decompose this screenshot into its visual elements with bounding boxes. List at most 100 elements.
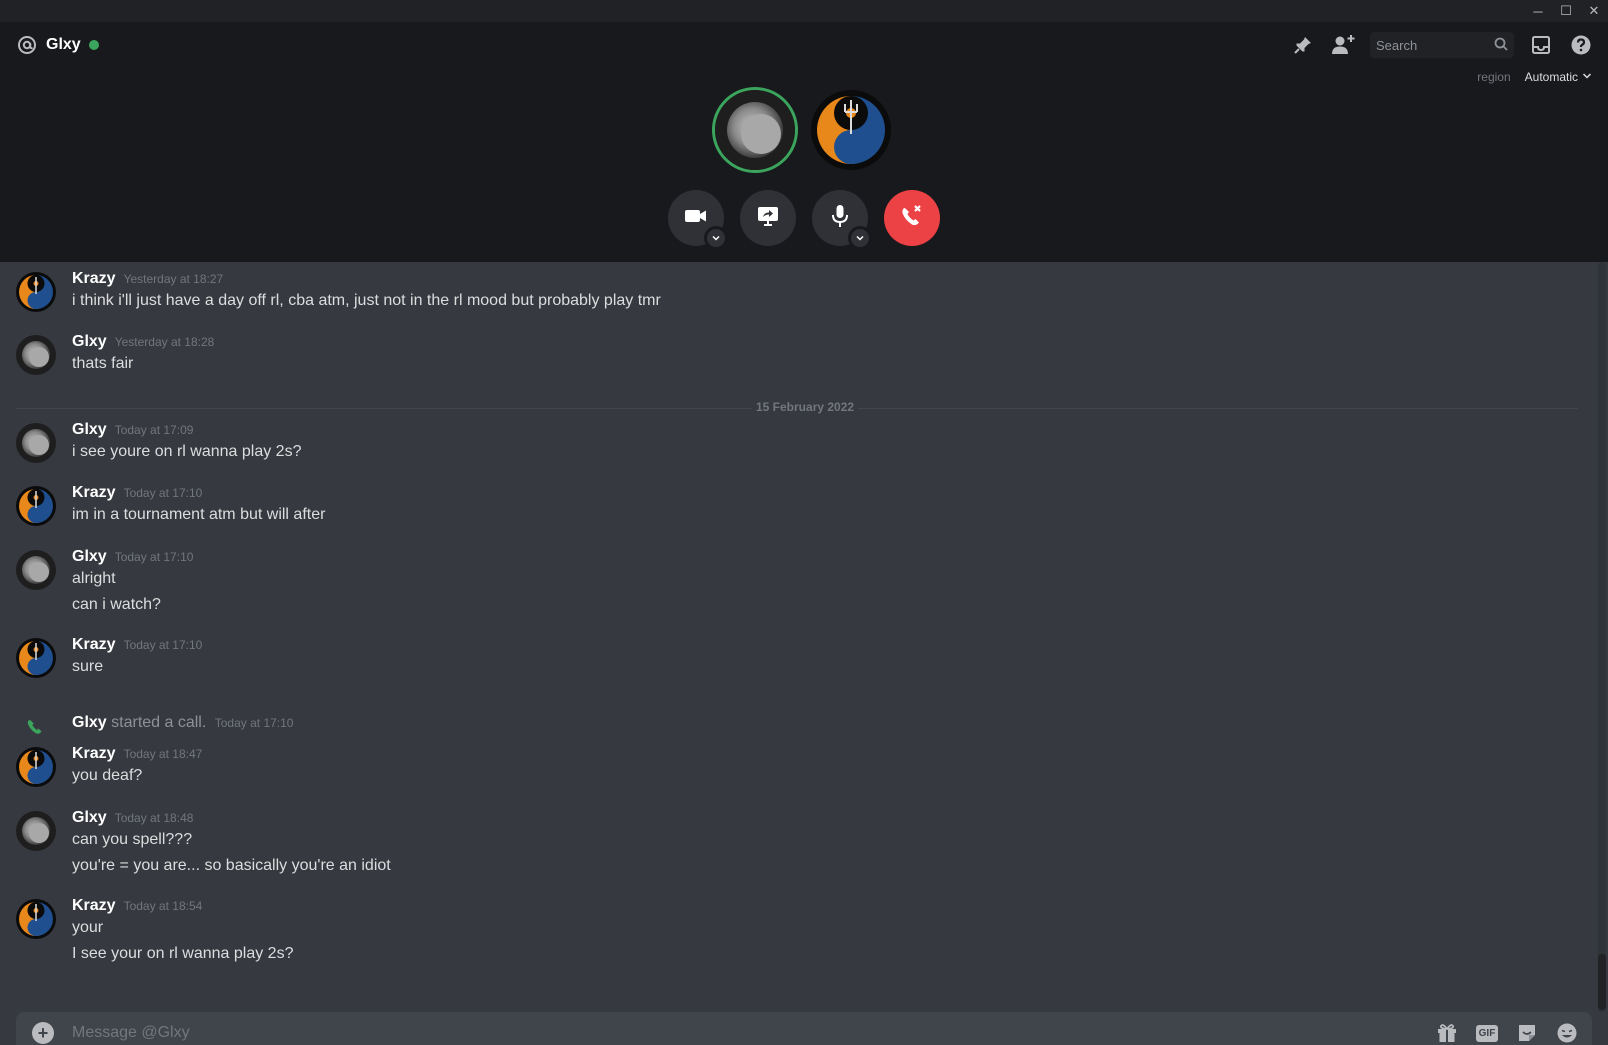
header-left: Glxy (16, 34, 99, 56)
message-text: i think i'll just have a day off rl, cba… (72, 292, 661, 309)
message-input[interactable]: Message @Glxy (72, 1024, 190, 1042)
message-text: can you spell??? (72, 831, 193, 848)
message-timestamp: Today at 18:54 (123, 899, 203, 913)
user-avatar-krazy[interactable] (16, 899, 56, 939)
hang-up-button[interactable] (884, 190, 940, 246)
message-author[interactable]: Krazy (72, 636, 116, 654)
call-controls (668, 190, 940, 250)
message-text: sure (72, 658, 104, 675)
message-header: Krazy Yesterday at 18:27 (72, 270, 223, 288)
message-header: Glxy Yesterday at 18:28 (72, 333, 214, 351)
message-author[interactable]: Krazy (72, 270, 116, 288)
window-controls: ─ ☐ ✕ (1524, 0, 1608, 22)
search-placeholder: Search (1376, 37, 1418, 53)
help-icon[interactable] (1568, 32, 1594, 58)
add-friend-icon[interactable] (1330, 32, 1356, 58)
date-divider-label: 15 February 2022 (752, 400, 859, 414)
call-area: Glxy Search region Automatic (0, 22, 1608, 262)
call-participants (715, 90, 891, 170)
message-header: Glxy Today at 18:48 (72, 809, 193, 827)
message-timestamp: Today at 17:10 (114, 550, 194, 564)
gif-label: GIF (1475, 1024, 1499, 1042)
message-text: im in a tournament atm but will after (72, 506, 326, 523)
user-avatar-glxy[interactable] (16, 550, 56, 590)
message-header: Glxy Today at 17:09 (72, 421, 193, 439)
user-avatar-krazy[interactable] (16, 747, 56, 787)
user-avatar-glxy[interactable] (16, 423, 56, 463)
message-author[interactable]: Glxy (72, 421, 107, 439)
message-header: Krazy Today at 17:10 (72, 636, 202, 654)
upload-plus-button[interactable]: + (32, 1022, 54, 1044)
video-camera-icon (684, 206, 708, 231)
message-header: Glxy Today at 17:10 (72, 548, 193, 566)
region-dropdown[interactable]: Automatic (1525, 70, 1592, 84)
message-text: i see youre on rl wanna play 2s? (72, 443, 302, 460)
user-avatar-krazy[interactable] (16, 272, 56, 312)
call-started-author[interactable]: Glxy (72, 714, 107, 731)
emoji-icon[interactable] (1554, 1020, 1580, 1045)
message-list: Krazy Yesterday at 18:27 i think i'll ju… (0, 262, 1608, 1012)
camera-options-chevron-icon[interactable] (704, 226, 728, 250)
call-started-timestamp: Today at 17:10 (214, 716, 294, 730)
call-started-text: Glxy started a call. Today at 17:10 (72, 714, 293, 732)
screen-share-button[interactable] (740, 190, 796, 246)
call-started-action: started a call. (111, 714, 207, 731)
participant-avatar-krazy[interactable] (811, 90, 891, 170)
message-timestamp: Today at 17:10 (123, 486, 203, 500)
microphone-button[interactable] (812, 190, 872, 250)
scrollbar-thumb[interactable] (1598, 954, 1606, 1010)
message-text: I see your on rl wanna play 2s? (72, 945, 294, 962)
minimize-button[interactable]: ─ (1524, 0, 1552, 22)
message-text: your (72, 919, 104, 936)
pin-icon[interactable] (1290, 32, 1316, 58)
channel-header: Glxy Search (0, 22, 1608, 70)
message-text: you're = you are... so basically you're … (72, 857, 391, 874)
header-toolbar: Search (1290, 32, 1594, 58)
user-avatar-glxy[interactable] (16, 811, 56, 851)
message-author[interactable]: Krazy (72, 897, 116, 915)
message-author[interactable]: Glxy (72, 333, 107, 351)
message-header: Krazy Today at 18:54 (72, 897, 202, 915)
message-scrollbar[interactable] (1598, 262, 1606, 1012)
search-input[interactable]: Search (1370, 32, 1514, 58)
composer-toolbar: GIF (1434, 1020, 1580, 1045)
message-text: thats fair (72, 355, 134, 372)
camera-button[interactable] (668, 190, 728, 250)
message-author[interactable]: Krazy (72, 484, 116, 502)
participant-avatar-glxy[interactable] (715, 90, 795, 170)
message-author[interactable]: Glxy (72, 809, 107, 827)
gift-icon[interactable] (1434, 1020, 1460, 1045)
title-bar: ─ ☐ ✕ (0, 0, 1608, 22)
message-timestamp: Yesterday at 18:28 (114, 335, 215, 349)
user-avatar-krazy[interactable] (16, 486, 56, 526)
phone-icon (26, 718, 44, 741)
chevron-down-icon (1582, 70, 1592, 84)
message-author[interactable]: Krazy (72, 745, 116, 763)
message-header: Krazy Today at 17:10 (72, 484, 202, 502)
channel-name: Glxy (46, 36, 81, 53)
search-icon (1494, 37, 1508, 54)
message-composer[interactable]: + Message @Glxy GIF (16, 1012, 1592, 1045)
region-value: Automatic (1524, 70, 1578, 84)
message-timestamp: Today at 18:48 (114, 811, 194, 825)
gif-button[interactable]: GIF (1474, 1020, 1500, 1045)
inbox-icon[interactable] (1528, 32, 1554, 58)
user-avatar-glxy[interactable] (16, 335, 56, 375)
message-header: Krazy Today at 18:47 (72, 745, 202, 763)
message-text: alright (72, 570, 116, 587)
message-author[interactable]: Glxy (72, 548, 107, 566)
online-status-indicator (88, 40, 99, 50)
message-text: you deaf? (72, 767, 143, 784)
screen-share-icon (756, 205, 780, 232)
message-timestamp: Today at 17:10 (123, 638, 203, 652)
microphone-options-chevron-icon[interactable] (848, 226, 872, 250)
close-window-button[interactable]: ✕ (1580, 0, 1608, 22)
message-timestamp: Today at 17:09 (114, 423, 194, 437)
voice-region: region Automatic (1477, 70, 1592, 84)
region-label: region (1477, 70, 1511, 84)
sticker-icon[interactable] (1514, 1020, 1540, 1045)
user-avatar-krazy[interactable] (16, 638, 56, 678)
hang-up-phone-icon (899, 203, 925, 234)
maximize-button[interactable]: ☐ (1552, 0, 1580, 22)
message-text: can i watch? (72, 596, 161, 613)
